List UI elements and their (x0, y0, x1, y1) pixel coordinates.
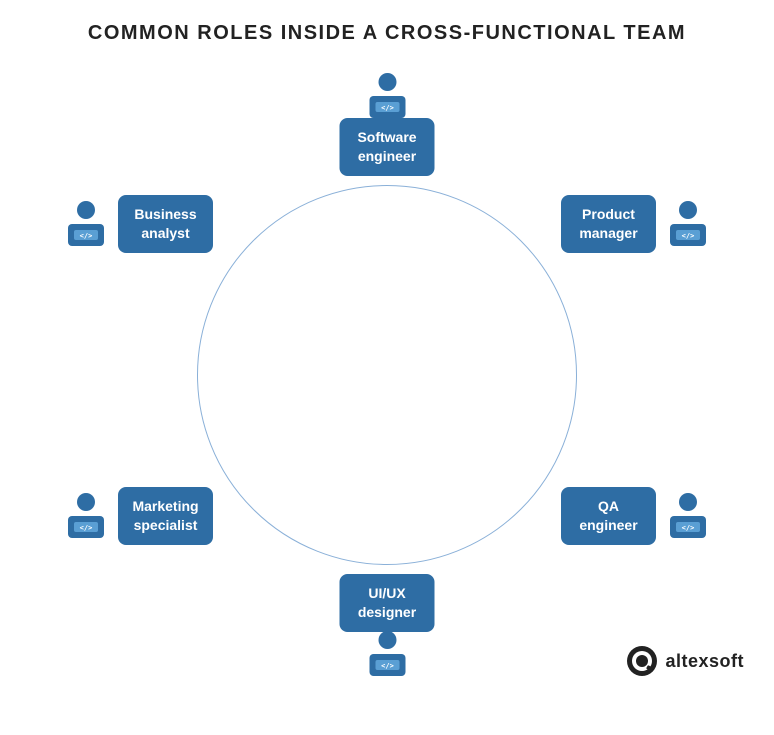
logo-text: altexsoft (665, 651, 744, 672)
logo-area: altexsoft (626, 645, 744, 677)
person-icon-product: </> (662, 198, 714, 250)
person-icon-business: </> (60, 198, 112, 250)
role-node-marketing: </> Marketingspecialist (60, 487, 213, 545)
diagram-container: </> Softwareengineer Productmanager </> … (0, 55, 774, 695)
svg-text:</>: </> (381, 662, 394, 670)
svg-text:</>: </> (80, 232, 93, 240)
role-node-uiux: UI/UXdesigner </> (340, 574, 435, 680)
role-box-product: Productmanager (561, 195, 656, 253)
role-box-business: Businessanalyst (118, 195, 213, 253)
svg-text:</>: </> (682, 524, 695, 532)
role-node-software: </> Softwareengineer (340, 70, 435, 176)
person-icon-uiux: </> (361, 628, 413, 680)
page-title: COMMON ROLES INSIDE A CROSS-FUNCTIONAL T… (0, 0, 774, 55)
role-box-marketing: Marketingspecialist (118, 487, 213, 545)
role-box-qa: QAengineer (561, 487, 656, 545)
svg-text:</>: </> (682, 232, 695, 240)
person-icon-software: </> (361, 70, 413, 122)
svg-text:</>: </> (381, 104, 394, 112)
person-icon-qa: </> (662, 490, 714, 542)
altexsoft-logo-icon (626, 645, 658, 677)
role-node-qa: QAengineer </> (561, 487, 714, 545)
role-box-software: Softwareengineer (340, 118, 435, 176)
role-node-business: </> Businessanalyst (60, 195, 213, 253)
circle-ring (197, 185, 577, 565)
svg-text:</>: </> (80, 524, 93, 532)
role-node-product: Productmanager </> (561, 195, 714, 253)
person-icon-marketing: </> (60, 490, 112, 542)
role-box-uiux: UI/UXdesigner (340, 574, 435, 632)
